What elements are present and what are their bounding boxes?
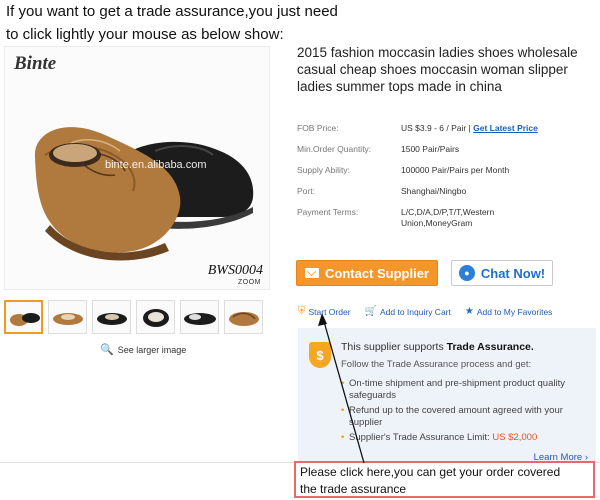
add-to-inquiry-cart-link[interactable]: 🛒 Add to Inquiry Cart: [365, 306, 451, 317]
watermark-text: binte.en.alibaba.com: [105, 159, 207, 171]
instruction-callout: Please click here,you can get your order…: [294, 461, 595, 498]
brand-logo: Binte: [14, 53, 57, 74]
callout-line-2: the trade assurance: [300, 482, 407, 496]
spec-row-fob: FOB Price: US $3.9 - 6 / Pair | Get Late…: [297, 123, 597, 144]
heading-bold: Trade Assurance.: [446, 341, 534, 353]
trade-assurance-heading: This supplier supports Trade Assurance.: [341, 341, 534, 353]
trade-assurance-shield-icon: $: [309, 342, 331, 368]
thumbnail-3[interactable]: [92, 300, 131, 334]
spec-label: Port:: [297, 186, 315, 196]
zoom-label: ZOOM: [238, 279, 261, 286]
thumbnail-6[interactable]: [224, 300, 263, 334]
callout-line-1: Please click here,you can get your order…: [300, 465, 561, 479]
spec-value: 100000 Pair/Pairs per Month: [401, 165, 510, 175]
spec-label: Payment Terms:: [297, 207, 359, 217]
benefit-item-limit: Supplier's Trade Assurance Limit: US $2,…: [341, 432, 591, 444]
trade-assurance-panel: $ This supplier supports Trade Assurance…: [298, 328, 596, 464]
spec-label: FOB Price:: [297, 123, 339, 133]
benefit-item: On-time shipment and pre-shipment produc…: [341, 378, 591, 401]
magnifier-icon: 🔍: [100, 344, 114, 356]
spec-label: Supply Ability:: [297, 165, 350, 175]
inquiry-cart-label: Add to Inquiry Cart: [380, 306, 451, 317]
product-title: 2015 fashion moccasin ladies shoes whole…: [297, 45, 578, 94]
chat-now-label: Chat Now!: [480, 265, 546, 281]
cart-icon: 🛒: [364, 306, 377, 317]
thumbnail-1[interactable]: [4, 300, 43, 334]
shield-icon: ⛨: [298, 306, 306, 317]
main-product-image[interactable]: Binte binte.en.alibaba.com BWS0004 ZOOM: [4, 46, 270, 290]
spec-label: Min.Order Quantity:: [297, 144, 372, 154]
trade-assurance-benefits: On-time shipment and pre-shipment produc…: [341, 378, 591, 448]
see-larger-image-link[interactable]: 🔍 See larger image: [100, 343, 186, 356]
add-to-favorites-link[interactable]: ★ Add to My Favorites: [465, 306, 553, 317]
heading-prefix: This supplier supports: [341, 341, 444, 353]
intro-line-1: If you want to get a trade assurance,you…: [6, 3, 338, 20]
start-order-link[interactable]: ⛨ Start Order: [298, 306, 351, 317]
contact-supplier-button[interactable]: Contact Supplier: [296, 260, 438, 286]
model-number: BWS0004: [207, 263, 263, 278]
favorites-label: Add to My Favorites: [476, 306, 553, 317]
thumbnail-2[interactable]: [48, 300, 87, 334]
thumbnail-5[interactable]: [180, 300, 219, 334]
spec-value: L/C,D/A,D/P,T/T,Western Union,MoneyGram: [401, 207, 495, 228]
trade-assurance-subtitle: Follow the Trade Assurance process and g…: [341, 359, 532, 370]
spec-row-moq: Min.Order Quantity: 1500 Pair/Pairs: [297, 144, 597, 165]
thumbnail-strip: [4, 300, 263, 334]
spec-row-port: Port: Shanghai/Ningbo: [297, 186, 597, 207]
action-links: ⛨ Start Order 🛒 Add to Inquiry Cart ★ Ad…: [298, 306, 552, 317]
spec-table: FOB Price: US $3.9 - 6 / Pair | Get Late…: [297, 123, 597, 237]
star-icon: ★: [464, 306, 474, 317]
start-order-label: Start Order: [308, 306, 351, 317]
limit-label: Supplier's Trade Assurance Limit:: [349, 432, 490, 443]
fob-price: US $3.9 - 6 / Pair |: [401, 123, 471, 133]
see-larger-label: See larger image: [117, 344, 187, 355]
spec-row-payment: Payment Terms: L/C,D/A,D/P,T/T,Western U…: [297, 207, 597, 237]
benefit-item: Refund up to the covered amount agreed w…: [341, 405, 591, 428]
spec-value: 1500 Pair/Pairs: [401, 144, 460, 154]
limit-value: US $2,000: [492, 432, 538, 443]
thumbnail-4[interactable]: [136, 300, 175, 334]
contact-supplier-label: Contact Supplier: [324, 265, 429, 281]
mail-icon: [304, 268, 319, 278]
chat-now-button[interactable]: ● Chat Now!: [451, 260, 553, 286]
spec-value: Shanghai/Ningbo: [401, 186, 467, 196]
spec-value: US $3.9 - 6 / Pair | Get Latest Price: [401, 123, 591, 144]
spec-row-supply: Supply Ability: 100000 Pair/Pairs per Mo…: [297, 165, 597, 186]
get-latest-price-link[interactable]: Get Latest Price: [473, 123, 538, 133]
intro-line-2: to click lightly your mouse as below sho…: [6, 26, 284, 43]
chat-bubble-icon: ●: [458, 265, 475, 281]
